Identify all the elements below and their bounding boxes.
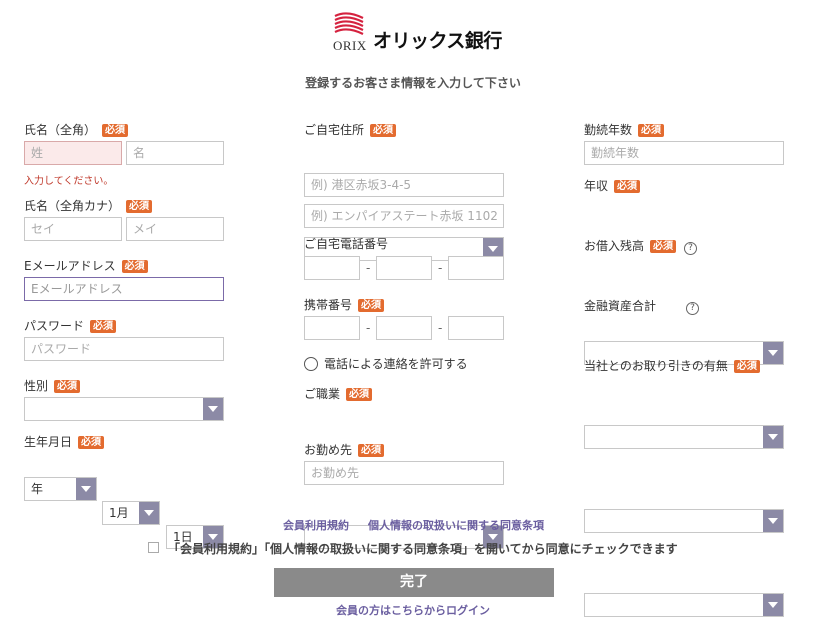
chevron-down-icon	[76, 478, 96, 500]
phone-permission-label: 電話による連絡を許可する	[324, 357, 468, 371]
chevron-down-icon	[763, 426, 783, 448]
birth-month-value: 1月	[109, 506, 129, 520]
page-subtitle: 登録するお客さま情報を入力して下さい	[305, 76, 521, 90]
last-name-input[interactable]: 姓	[24, 141, 122, 165]
required-badge: 必須	[358, 299, 385, 312]
assets-select[interactable]	[584, 509, 784, 533]
chevron-down-icon	[203, 398, 223, 420]
help-icon[interactable]: ?	[684, 242, 698, 255]
address-label: ご自宅住所 必須	[304, 122, 397, 138]
employer-input[interactable]: お勤め先	[304, 461, 504, 485]
orix-logo-mark-icon	[334, 12, 364, 35]
debt-select[interactable]	[584, 425, 784, 449]
debt-label-text: お借入残高	[584, 239, 645, 253]
required-badge: 必須	[614, 180, 641, 193]
required-badge: 必須	[126, 200, 153, 213]
street-address-input[interactable]: 例) 港区赤坂3-4-5	[304, 173, 504, 197]
phone-separator: -	[438, 321, 443, 335]
required-badge: 必須	[638, 124, 665, 137]
years-employed-label: 勤続年数 必須	[584, 122, 665, 138]
terms-link[interactable]: 会員利用規約	[283, 517, 349, 533]
building-input[interactable]: 例) エンパイアステート赤坂 1102	[304, 204, 504, 228]
name-label-text: 氏名（全角）	[24, 123, 97, 137]
required-badge: 必須	[54, 380, 81, 393]
password-label: パスワード 必須	[24, 318, 117, 334]
occupation-label-text: ご職業	[304, 387, 341, 401]
required-badge: 必須	[102, 124, 129, 137]
mobile-label: 携帯番号 必須	[304, 297, 385, 313]
mobile-part2-input[interactable]	[376, 316, 432, 340]
phone-separator: -	[366, 321, 371, 335]
logo-bank-name: オリックス銀行	[373, 30, 502, 52]
birth-month-select[interactable]: 1月	[102, 501, 160, 525]
gender-label: 性別 必須	[24, 378, 81, 394]
employer-label-text: お勤め先	[304, 443, 353, 457]
email-input[interactable]: Eメールアドレス	[24, 277, 224, 301]
address-label-text: ご自宅住所	[304, 123, 365, 137]
gender-select[interactable]	[24, 397, 224, 421]
income-label: 年収 必須	[584, 178, 641, 194]
phone-permission-radio[interactable]	[304, 357, 318, 371]
name-label: 氏名（全角） 必須	[24, 122, 129, 138]
submit-button[interactable]: 完了	[274, 568, 554, 597]
kana-label-text: 氏名（全角カナ）	[24, 199, 121, 213]
password-label-text: パスワード	[24, 319, 85, 333]
agree-text: 「会員利用規約」「個人情報の取扱いに関する同意条項」を開いてから同意にチェックで…	[168, 542, 678, 556]
password-input[interactable]: パスワード	[24, 337, 224, 361]
chevron-down-icon	[763, 510, 783, 532]
gender-label-text: 性別	[24, 379, 49, 393]
last-name-kana-input[interactable]: セイ	[24, 217, 122, 241]
home-phone-part2-input[interactable]	[376, 256, 432, 280]
years-employed-input[interactable]: 勤続年数	[584, 141, 784, 165]
assets-label: 金融資産合計?	[584, 298, 700, 315]
phone-separator: -	[438, 261, 443, 275]
mobile-label-text: 携帯番号	[304, 298, 353, 312]
employer-label: お勤め先 必須	[304, 442, 385, 458]
logo-orix-text: ORIX	[333, 38, 367, 53]
required-badge: 必須	[358, 444, 385, 457]
name-error-message: 入力してください。	[24, 176, 114, 187]
member-login-link[interactable]: 会員の方はこちらからログイン	[0, 602, 826, 618]
relationship-label-text: 当社とのお取り引きの有無	[584, 359, 728, 373]
required-badge: 必須	[650, 240, 677, 253]
required-badge: 必須	[78, 436, 105, 449]
chevron-down-icon	[763, 342, 783, 364]
relationship-label: 当社とのお取り引きの有無 必須	[584, 358, 760, 374]
home-phone-part3-input[interactable]	[448, 256, 504, 280]
mobile-part3-input[interactable]	[448, 316, 504, 340]
chevron-down-icon	[139, 502, 159, 524]
required-badge: 必須	[121, 260, 148, 273]
birth-year-value: 年	[31, 482, 44, 496]
years-employed-label-text: 勤続年数	[584, 123, 633, 137]
email-label-text: Eメールアドレス	[24, 259, 116, 273]
occupation-label: ご職業 必須	[304, 386, 373, 402]
income-label-text: 年収	[584, 179, 609, 193]
required-badge: 必須	[346, 388, 373, 401]
birthday-label: 生年月日 必須	[24, 434, 105, 450]
required-badge: 必須	[90, 320, 117, 333]
required-badge: 必須	[370, 124, 397, 137]
email-label: Eメールアドレス 必須	[24, 258, 148, 274]
first-name-input[interactable]: 名	[126, 141, 224, 165]
home-phone-part1-input[interactable]	[304, 256, 360, 280]
help-icon[interactable]: ?	[686, 302, 700, 315]
first-name-kana-input[interactable]: メイ	[126, 217, 224, 241]
privacy-consent-link[interactable]: 個人情報の取扱いに関する同意条項	[368, 517, 544, 533]
mobile-part1-input[interactable]	[304, 316, 360, 340]
birthday-label-text: 生年月日	[24, 435, 73, 449]
assets-label-text: 金融資産合計	[584, 299, 657, 313]
phone-separator: -	[366, 261, 371, 275]
required-badge: 必須	[733, 360, 760, 373]
orix-logo: ORIX オリックス銀行	[333, 12, 503, 53]
agree-checkbox[interactable]	[148, 542, 159, 553]
home-phone-label: ご自宅電話番号	[304, 237, 389, 251]
kana-label: 氏名（全角カナ） 必須	[24, 198, 153, 214]
birth-year-select[interactable]: 年	[24, 477, 97, 501]
debt-label: お借入残高 必須?	[584, 238, 698, 255]
